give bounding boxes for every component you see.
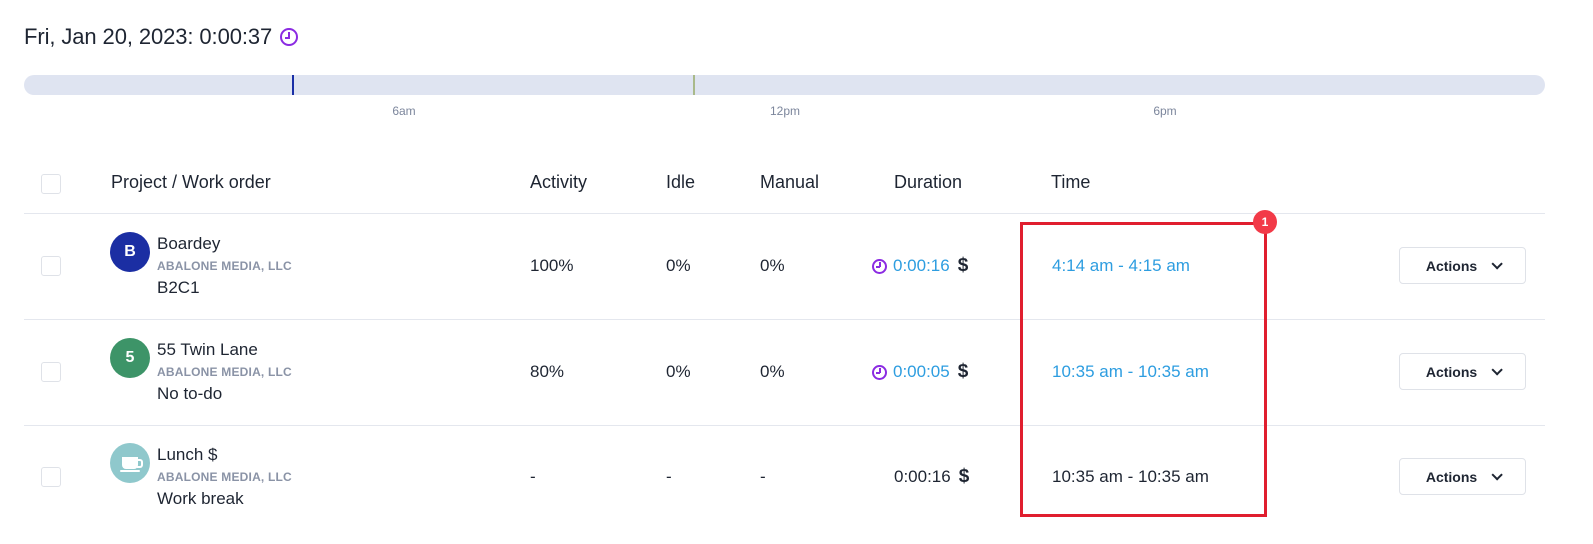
duration-cell: 0:00:16 $ [872, 466, 969, 488]
actions-button[interactable]: Actions [1399, 458, 1526, 495]
avatar-letter: B [124, 243, 136, 260]
column-idle: Idle [666, 172, 696, 192]
clock-icon [872, 364, 887, 380]
row-checkbox[interactable] [41, 256, 61, 276]
date-title: Fri, Jan 20, 2023: 0:00:37 [24, 24, 299, 50]
chevron-down-icon [1491, 468, 1503, 481]
annotation-badge: 1 [1253, 210, 1277, 234]
todo-name: B2C1 [157, 278, 200, 297]
highlight-box [1020, 222, 1267, 517]
date-label: Fri, Jan 20, 2023: 0:00:37 [24, 24, 273, 49]
billable-dollar-icon: $ [957, 361, 969, 382]
actions-label: Actions [1425, 363, 1478, 380]
manual-value: 0% [760, 362, 785, 381]
actions-button[interactable]: Actions [1399, 247, 1526, 284]
project-name: 55 Twin Lane [157, 340, 258, 359]
table-header: Project / Work order Activity Idle Manua… [24, 160, 1545, 214]
billable-dollar-icon: $ [958, 466, 970, 487]
select-all-checkbox[interactable] [41, 174, 61, 194]
avatar: 5 [110, 338, 150, 378]
clock-icon [280, 28, 299, 46]
column-manual: Manual [760, 172, 820, 192]
timeline-marker-morning[interactable] [292, 75, 294, 95]
timeline-tick-6pm: 6pm [1153, 104, 1177, 118]
activity-value: - [530, 467, 536, 486]
coffee-cup-icon [120, 457, 143, 472]
activity-value: 80% [530, 362, 565, 381]
project-name: Boardey [157, 234, 221, 253]
manual-value: 0% [760, 256, 785, 275]
todo-name: Work break [157, 489, 244, 508]
avatar: B [110, 232, 150, 272]
column-time: Time [1051, 172, 1091, 192]
table-row: Lunch $ ABALONE MEDIA, LLC Work break - … [24, 425, 1545, 531]
timeline-marker-midday[interactable] [693, 75, 695, 95]
client-name: ABALONE MEDIA, LLC [157, 470, 292, 484]
actions-label: Actions [1425, 257, 1478, 274]
project-name: Lunch $ [157, 445, 218, 464]
timeline-tick-12pm: 12pm [769, 104, 801, 118]
duration-cell: 0:00:16 $ [872, 255, 968, 277]
idle-value: 0% [666, 256, 691, 275]
row-checkbox[interactable] [41, 467, 61, 487]
duration-cell: 0:00:05 $ [872, 361, 968, 383]
chevron-down-icon [1491, 363, 1503, 376]
actions-button[interactable]: Actions [1399, 353, 1526, 390]
client-name: ABALONE MEDIA, LLC [157, 259, 292, 273]
clock-icon [872, 258, 887, 274]
table-row: 5 55 Twin Lane ABALONE MEDIA, LLC No to-… [24, 320, 1545, 426]
chevron-down-icon [1491, 257, 1503, 270]
duration-value: 0:00:16 [894, 467, 951, 486]
timeline-tick-6am: 6am [392, 104, 416, 118]
todo-name: No to-do [157, 384, 223, 403]
column-activity: Activity [530, 172, 588, 192]
table-row: B Boardey ABALONE MEDIA, LLC B2C1 100% 0… [24, 214, 1545, 320]
duration-link[interactable]: 0:00:16 [893, 256, 950, 276]
idle-value: - [666, 467, 672, 486]
idle-value: 0% [666, 362, 691, 381]
client-name: ABALONE MEDIA, LLC [157, 365, 292, 379]
avatar [110, 443, 150, 483]
manual-value: - [760, 467, 766, 486]
activity-value: 100% [530, 256, 574, 275]
column-duration: Duration [894, 172, 963, 192]
billable-dollar-icon: $ [957, 255, 969, 276]
avatar-letter: 5 [125, 349, 135, 366]
actions-label: Actions [1425, 468, 1478, 485]
column-project: Project / Work order [111, 172, 271, 192]
day-timeline[interactable] [24, 75, 1545, 95]
row-checkbox[interactable] [41, 362, 61, 382]
duration-link[interactable]: 0:00:05 [893, 362, 950, 382]
